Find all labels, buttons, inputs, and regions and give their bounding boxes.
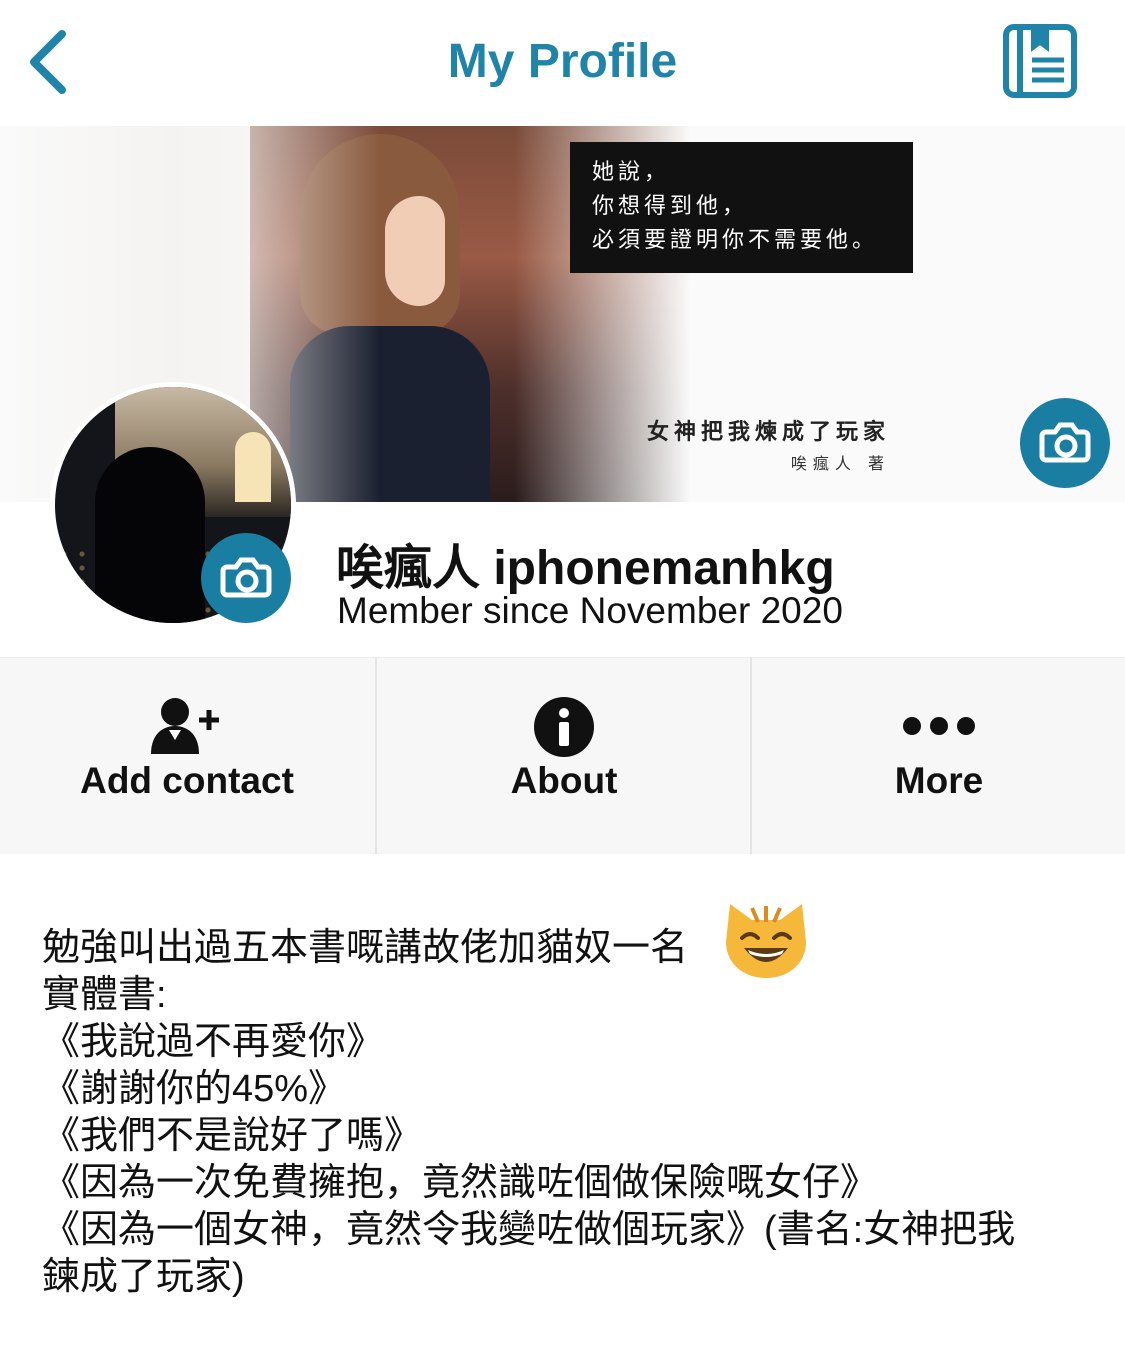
more-dots-icon <box>903 717 975 735</box>
about-button[interactable]: About <box>375 658 751 854</box>
cover-quote-line: 她說， <box>592 160 671 185</box>
cover-quote: 她說， 你想得到他， 必須要證明你不需要他。 <box>570 142 913 273</box>
more-button[interactable]: More <box>750 658 1125 854</box>
avatar-window <box>235 432 271 502</box>
cover-book-title: 女神把我煉成了玩家 <box>646 419 890 445</box>
member-since: Member since November 2020 <box>337 590 843 631</box>
avatar-person <box>95 447 205 623</box>
log-book-button[interactable] <box>1002 24 1082 100</box>
about-label: About <box>510 760 618 801</box>
info-icon <box>534 697 594 757</box>
bio-first-line: 勉強叫出過五本書嘅講故佬加貓奴一名 <box>42 927 689 969</box>
cover-quote-line: 必須要證明你不需要他。 <box>592 228 879 253</box>
change-cover-button[interactable] <box>1020 398 1110 488</box>
cover-figure-face <box>385 196 445 306</box>
add-contact-icon <box>151 698 219 754</box>
cover-book-author: 唉瘋人 著 <box>790 454 890 473</box>
camera-icon <box>220 557 272 598</box>
page-title: My Profile <box>447 35 678 88</box>
add-contact-button[interactable]: Add contact <box>0 658 374 854</box>
cover-quote-line: 你想得到他， <box>592 194 749 219</box>
top-bar: My Profile <box>0 0 1125 126</box>
camera-icon <box>1039 422 1091 463</box>
action-bar: Add contact About More <box>0 657 1125 854</box>
log-book-icon <box>1003 24 1077 98</box>
bio-text: 勉強叫出過五本書嘅講故佬加貓奴一名 實體書: 《我說過不再愛你》 《謝謝你的45… <box>42 925 1102 1301</box>
add-contact-label: Add contact <box>80 760 294 801</box>
more-label: More <box>894 760 984 801</box>
grinning-cat-emoji <box>726 904 806 978</box>
change-avatar-button[interactable] <box>201 533 291 623</box>
bio-body: 實體書: 《我說過不再愛你》 《謝謝你的45%》 《我們不是說好了嗎》 《因為一… <box>42 974 1016 1298</box>
profile-name: 唉瘋人 iphonemanhkg <box>336 542 835 595</box>
